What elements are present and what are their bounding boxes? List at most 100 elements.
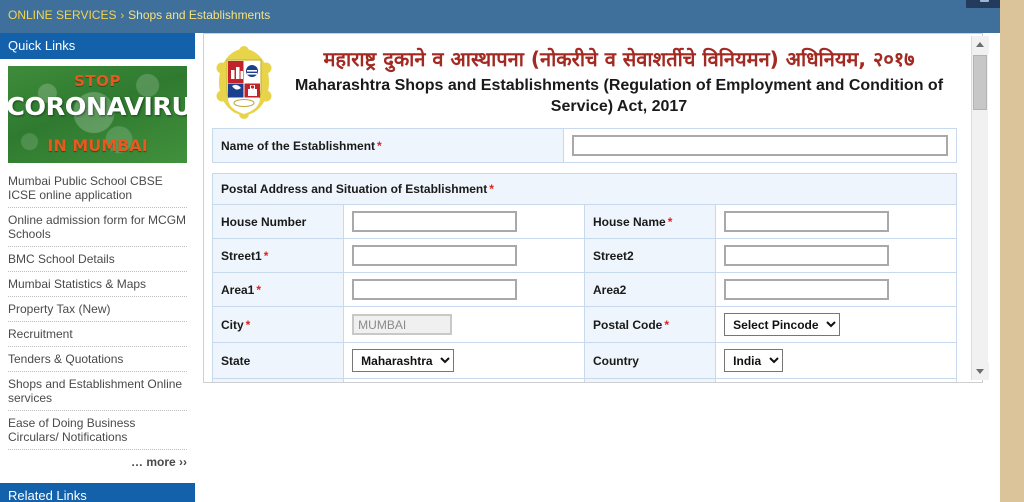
house-number-label-cell: House Number: [211, 204, 345, 239]
area1-input[interactable]: [352, 279, 518, 300]
scroll-down-button[interactable]: [972, 363, 989, 380]
page-right-gutter: [1000, 0, 1024, 502]
clipped-field-cell-right: [715, 378, 957, 382]
establishment-name-input[interactable]: [572, 135, 948, 156]
city-label-cell: City *: [211, 306, 345, 343]
table-row: House Number House Name *: [211, 204, 957, 239]
banner-line-stop: STOP: [74, 72, 121, 90]
postal-code-select[interactable]: Select Pincode: [724, 313, 841, 336]
form-title-marathi: महाराष्ट्र दुकाने व आस्थापना (नोकरीचे व …: [323, 47, 915, 71]
postal-code-label: Postal Code: [592, 317, 663, 332]
required-marker: *: [377, 138, 382, 153]
postal-address-section-header-cell: Postal Address and Situation of Establis…: [212, 173, 957, 205]
quick-links-body: STOP CORONAVIRUS IN MUMBAI Mumbai Public…: [0, 66, 195, 477]
required-marker: *: [245, 317, 251, 332]
establishment-name-label-cell: Name of the Establishment *: [212, 128, 564, 163]
browser-viewport: ONLINE SERVICES › Shops and Establishments…: [0, 0, 1024, 502]
banner-line-city: IN MUMBAI: [47, 136, 148, 155]
street1-input[interactable]: [352, 245, 518, 266]
postal-code-label-cell: Postal Code *: [583, 306, 717, 343]
coronavirus-banner[interactable]: STOP CORONAVIRUS IN MUMBAI: [8, 66, 187, 163]
table-row: City* Postal Code* Select Pincode: [211, 306, 957, 343]
sidebar-item-tenders-quotations[interactable]: Tenders & Quotations: [8, 347, 187, 372]
sidebar-item-ease-of-doing-business[interactable]: Ease of Doing Business Circulars/ Notifi…: [8, 411, 187, 450]
form-titles: महाराष्ट्र दुकाने व आस्थापना (नोकरीचे व …: [278, 44, 960, 117]
establishment-name-field-cell: [563, 128, 957, 163]
sidebar-item-bmc-school-details[interactable]: BMC School Details: [8, 247, 187, 272]
city-input: [352, 314, 453, 335]
more-link[interactable]: … more ››: [131, 455, 187, 469]
scrollbar-thumb[interactable]: [973, 55, 987, 110]
street1-label-cell: Street1 *: [211, 238, 345, 273]
breadcrumb-link-online-services[interactable]: ONLINE SERVICES: [8, 8, 116, 22]
street2-label: Street2: [592, 248, 634, 263]
chevron-down-icon: [976, 369, 984, 374]
street2-input[interactable]: [724, 245, 890, 266]
street1-field-cell: [343, 238, 585, 273]
table-row: State Maharashtra Country India: [211, 342, 957, 379]
table-row: Street1 * Street2: [211, 238, 957, 273]
related-links-header: Related Links: [0, 483, 195, 502]
form-scroll-container: महाराष्ट्र दुकाने व आस्थापना (नोकरीचे व …: [203, 33, 983, 383]
breadcrumb-separator-icon: ›: [120, 10, 125, 22]
area1-label-cell: Area1 *: [211, 272, 345, 307]
sidebar-item-property-tax[interactable]: Property Tax (New): [8, 297, 187, 322]
street1-label: Street1: [221, 248, 262, 263]
area1-field-cell: [343, 272, 585, 307]
required-marker: *: [489, 182, 494, 196]
country-select[interactable]: India: [724, 349, 784, 372]
breadcrumb-band: ONLINE SERVICES › Shops and Establishments: [0, 0, 1000, 33]
area2-input[interactable]: [724, 279, 890, 300]
street2-field-cell: [715, 238, 957, 273]
house-number-field-cell: [343, 204, 585, 239]
clipped-field-cell-left: [343, 378, 585, 382]
mcgm-emblem-icon: [216, 44, 272, 120]
street2-label-cell: Street2: [583, 238, 717, 273]
country-label: Country: [592, 353, 639, 368]
sidebar-item-mumbai-public-school[interactable]: Mumbai Public School CBSE ICSE online ap…: [8, 169, 187, 208]
house-number-input[interactable]: [352, 211, 518, 232]
house-name-label: House Name: [592, 214, 666, 229]
clipped-label-cell-left: [211, 378, 345, 382]
sidebar-item-recruitment[interactable]: Recruitment: [8, 322, 187, 347]
postal-address-section-title: Postal Address and Situation of Establis…: [221, 182, 488, 196]
top-right-widget[interactable]: [966, 0, 1000, 8]
breadcrumb: ONLINE SERVICES › Shops and Establishments: [0, 0, 1000, 22]
clipped-label-cell-right: [583, 378, 717, 382]
required-marker: *: [263, 248, 269, 263]
state-label-cell: State: [211, 342, 345, 379]
scroll-up-button[interactable]: [972, 36, 989, 53]
house-number-label: House Number: [221, 214, 307, 229]
quick-links-header: Quick Links: [0, 33, 195, 59]
form-vertical-scrollbar[interactable]: [971, 36, 989, 380]
required-marker: *: [664, 317, 670, 332]
required-marker: *: [256, 282, 262, 297]
required-marker: *: [667, 214, 673, 229]
form-content: महाराष्ट्र दुकाने व आस्थापना (नोकरीचे व …: [204, 34, 968, 382]
sidebar-item-online-admission-mcgm[interactable]: Online admission form for MCGM Schools: [8, 208, 187, 247]
form-title-english: Maharashtra Shops and Establishments (Re…: [294, 77, 944, 115]
sidebar-item-mumbai-statistics-maps[interactable]: Mumbai Statistics & Maps: [8, 272, 187, 297]
house-name-label-cell: House Name *: [583, 204, 717, 239]
postal-address-table: Postal Address and Situation of Establis…: [211, 173, 957, 382]
area2-label-cell: Area2: [583, 272, 717, 307]
house-name-input[interactable]: [724, 211, 890, 232]
site-page: ONLINE SERVICES › Shops and Establishments…: [0, 0, 1000, 502]
table-row: Area1 * Area2: [211, 272, 957, 307]
sidebar: Quick Links STOP CORONAVIRUS IN MUMBAI M…: [0, 33, 195, 502]
state-select[interactable]: Maharashtra: [352, 349, 455, 372]
city-field-cell: [343, 306, 585, 343]
table-row-partially-visible: [211, 378, 957, 382]
city-label: City: [221, 317, 244, 332]
postal-code-field-cell: Select Pincode: [715, 306, 957, 343]
banner-line-coronavirus: CORONAVIRUS: [8, 92, 187, 121]
state-label: State: [221, 353, 251, 368]
establishment-name-table: Name of the Establishment *: [212, 128, 957, 163]
sidebar-item-shops-establishment-online[interactable]: Shops and Establishment Online services: [8, 372, 187, 411]
establishment-name-label: Name of the Establishment: [221, 138, 376, 153]
chevron-up-icon: [976, 42, 984, 47]
area2-label: Area2: [592, 282, 627, 297]
state-field-cell: Maharashtra: [343, 342, 585, 379]
house-name-field-cell: [715, 204, 957, 239]
table-row: Name of the Establishment *: [212, 128, 957, 163]
